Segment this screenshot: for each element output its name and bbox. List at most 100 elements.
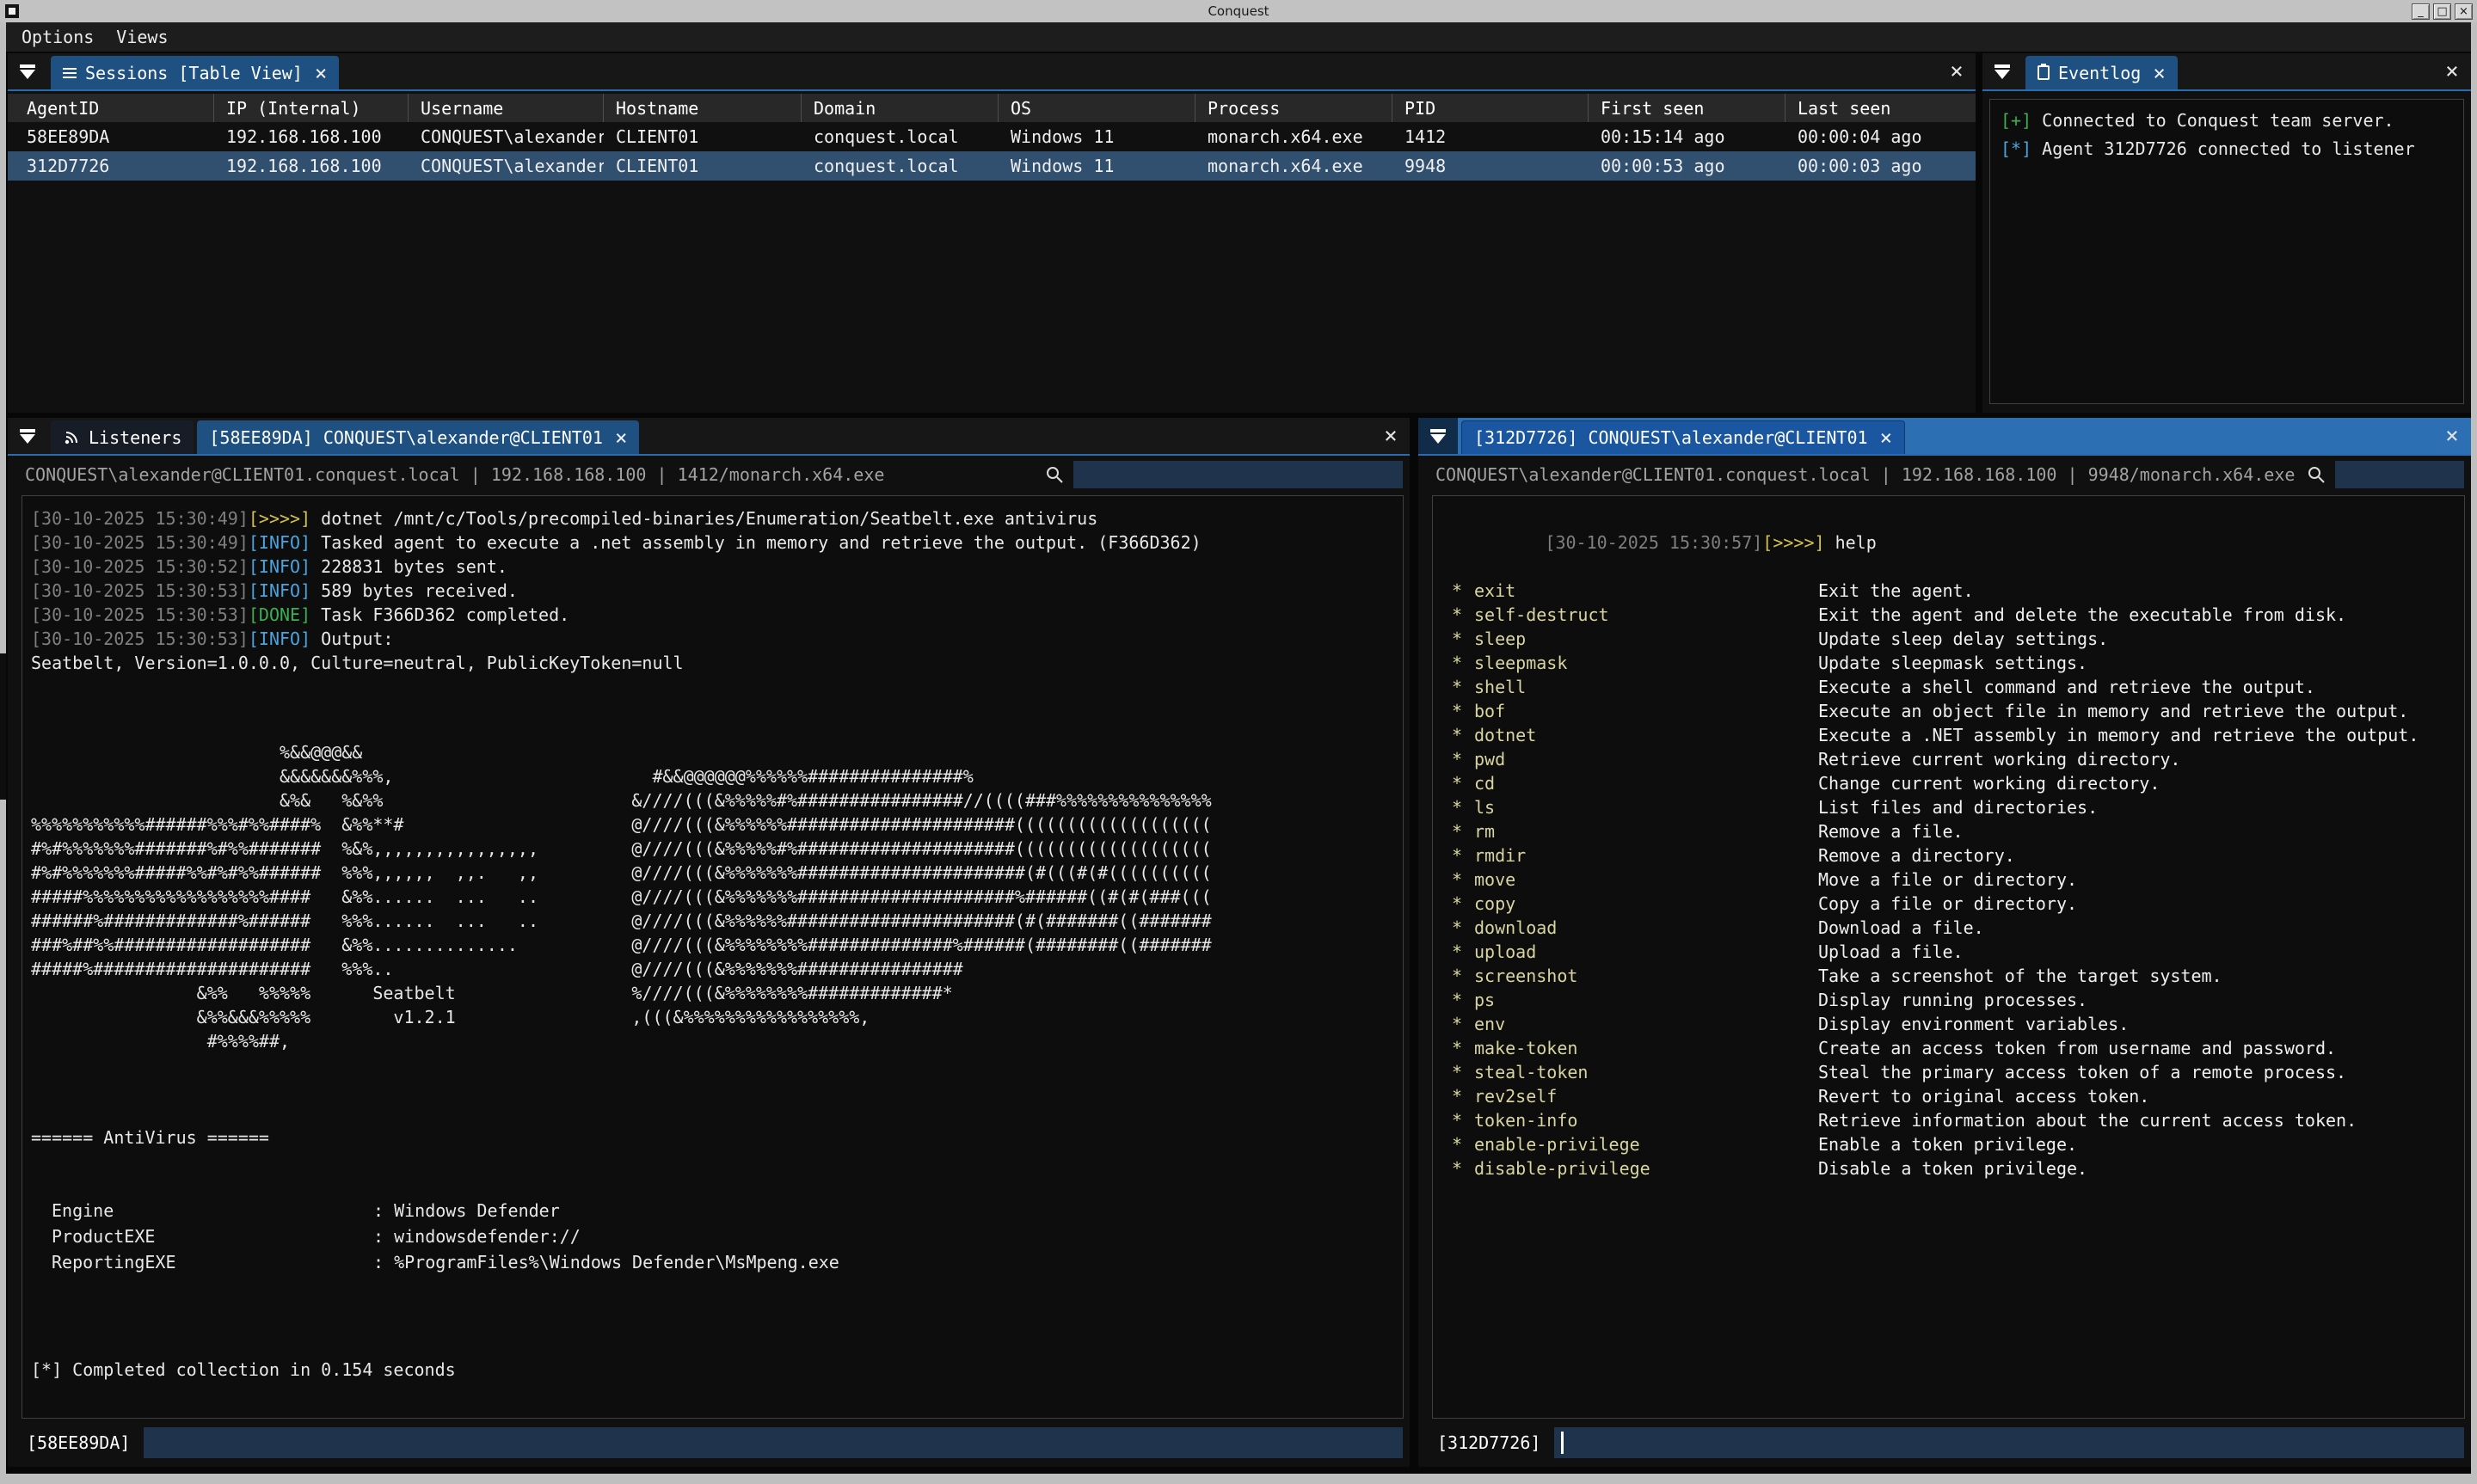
tab-label: [312D7726] CONQUEST\alexander@CLIENT01 <box>1474 427 1868 448</box>
close-tab-icon[interactable]: × <box>315 63 327 83</box>
help-command-row: *rmdirRemove a directory. <box>1441 843 2455 868</box>
help-command-row: *moveMove a file or directory. <box>1441 868 2455 892</box>
bullet-icon: * <box>1452 1060 1474 1084</box>
column-header-hostname[interactable]: Hostname <box>604 94 802 122</box>
tab-eventlog[interactable]: Eventlog × <box>2025 56 2178 89</box>
help-command-row: *cdChange current working directory. <box>1441 771 2455 795</box>
log-text: 589 bytes received. <box>310 580 518 601</box>
chevron-down-icon <box>20 429 35 444</box>
command-name: token-info <box>1474 1108 1818 1132</box>
column-header-last-seen[interactable]: Last seen <box>1786 94 1976 122</box>
column-header-domain[interactable]: Domain <box>802 94 999 122</box>
search-input[interactable] <box>2335 461 2464 488</box>
log-line: [30-10-2025 15:30:52][INFO] 228831 bytes… <box>31 555 1394 579</box>
tab-label: Listeners <box>89 427 181 448</box>
window-menu-icon[interactable] <box>5 4 19 18</box>
command-input[interactable] <box>1554 1427 2464 1458</box>
search-icon[interactable] <box>2306 464 2326 485</box>
log-tag: [>>>>] <box>249 508 310 529</box>
bullet-icon: * <box>1452 579 1474 603</box>
cell: 192.168.168.100 <box>214 126 409 147</box>
right-console-panel-close-icon[interactable]: × <box>2433 423 2471 449</box>
close-tab-icon[interactable]: × <box>2153 63 2165 83</box>
command-name: dotnet <box>1474 723 1818 747</box>
column-header-agentid[interactable]: AgentID <box>8 94 214 122</box>
bullet-icon: * <box>1452 916 1474 940</box>
log-badge: [+] <box>2001 110 2031 131</box>
search-input[interactable] <box>1073 461 1403 488</box>
command-name: upload <box>1474 940 1818 964</box>
bullet-icon: * <box>1452 1108 1474 1132</box>
help-command-row: *make-tokenCreate an access token from u… <box>1441 1036 2455 1060</box>
column-header-os[interactable]: OS <box>999 94 1195 122</box>
list-icon <box>63 68 77 78</box>
log-text: Output: <box>310 629 393 649</box>
av-field-label: ProductEXE <box>52 1223 373 1249</box>
cell: 00:00:03 ago <box>1786 156 1976 176</box>
menu-options[interactable]: Options <box>22 27 94 47</box>
column-header-first-seen[interactable]: First seen <box>1589 94 1786 122</box>
command-name: rmdir <box>1474 843 1818 868</box>
eventlog-panel-close-icon[interactable]: × <box>2433 58 2471 84</box>
left-console-collapse-button[interactable] <box>8 418 47 454</box>
sessions-collapse-button[interactable] <box>8 53 47 89</box>
help-command-row: *screenshotTake a screenshot of the targ… <box>1441 964 2455 988</box>
clipboard-icon <box>2038 65 2050 80</box>
agent-context-label: CONQUEST\alexander@CLIENT01.conquest.loc… <box>1435 464 2295 485</box>
eventlog-line: [+] Connected to Conquest team server. <box>2001 107 2453 135</box>
left-console-panel-close-icon[interactable]: × <box>1372 423 1410 449</box>
command-description: Remove a directory. <box>1818 843 2015 868</box>
minimize-button[interactable]: _ <box>2412 3 2430 20</box>
cell: 1412 <box>1392 126 1589 147</box>
sessions-panel: Sessions [Table View] × × AgentIDIP (Int… <box>8 53 1976 413</box>
column-header-process[interactable]: Process <box>1195 94 1392 122</box>
tab-sessions-table-view[interactable]: Sessions [Table View] × <box>51 56 339 89</box>
bullet-icon: * <box>1452 940 1474 964</box>
close-tab-icon[interactable]: × <box>615 427 627 448</box>
table-row[interactable]: 312D7726192.168.168.100CONQUEST\alexande… <box>8 151 1976 181</box>
log-timestamp: [30-10-2025 15:30:49] <box>31 532 249 553</box>
help-command-row: *envDisplay environment variables. <box>1441 1012 2455 1036</box>
cell: conquest.local <box>802 126 999 147</box>
log-text: dotnet /mnt/c/Tools/precompiled-binaries… <box>310 508 1097 529</box>
maximize-button[interactable]: □ <box>2433 3 2451 20</box>
command-description: Download a file. <box>1818 916 1984 940</box>
column-header-username[interactable]: Username <box>409 94 604 122</box>
command-input[interactable] <box>144 1427 1403 1458</box>
app-window: Conquest _ □ × Options Views Sessions [T… <box>0 0 2477 1484</box>
sessions-panel-close-icon[interactable]: × <box>1938 58 1976 84</box>
column-header-pid[interactable]: PID <box>1392 94 1589 122</box>
command-description: Retrieve information about the current a… <box>1818 1108 2357 1132</box>
command-description: Enable a token privilege. <box>1818 1132 2077 1156</box>
table-row[interactable]: 58EE89DA192.168.168.100CONQUEST\alexande… <box>8 122 1976 151</box>
scrollbar-thumb[interactable] <box>0 653 6 800</box>
cell: 00:15:14 ago <box>1589 126 1786 147</box>
agent-context-label: CONQUEST\alexander@CLIENT01.conquest.loc… <box>25 464 884 485</box>
command-name: download <box>1474 916 1818 940</box>
close-window-button[interactable]: × <box>2455 3 2473 20</box>
log-timestamp: [30-10-2025 15:30:53] <box>31 629 249 649</box>
menu-views[interactable]: Views <box>116 27 168 47</box>
help-command-row: *rev2selfRevert to original access token… <box>1441 1084 2455 1108</box>
bullet-icon: * <box>1452 1156 1474 1180</box>
command-description: Update sleepmask settings. <box>1818 651 2087 675</box>
right-console-output: [30-10-2025 15:30:57][>>>>] help *exitEx… <box>1432 495 2465 1419</box>
command-description: Exit the agent and delete the executable… <box>1818 603 2346 627</box>
eventlog-collapse-button[interactable] <box>1982 53 2022 89</box>
close-tab-icon[interactable]: × <box>1880 427 1892 448</box>
search-icon[interactable] <box>1044 464 1065 485</box>
command-name: rm <box>1474 819 1818 843</box>
window-title: Conquest <box>1208 3 1269 19</box>
tab-session-312D7726[interactable]: [312D7726] CONQUEST\alexander@CLIENT01 × <box>1461 420 1905 454</box>
right-console-collapse-button[interactable] <box>1418 418 1458 454</box>
command-description: Take a screenshot of the target system. <box>1818 964 2222 988</box>
bullet-icon: * <box>1452 819 1474 843</box>
column-header-ip-internal-[interactable]: IP (Internal) <box>214 94 409 122</box>
cell: monarch.x64.exe <box>1195 156 1392 176</box>
tab-session-58EE89DA[interactable]: [58EE89DA] CONQUEST\alexander@CLIENT01 × <box>197 420 639 454</box>
help-command-row: *dotnetExecute a .NET assembly in memory… <box>1441 723 2455 747</box>
output-line: Seatbelt, Version=1.0.0.0, Culture=neutr… <box>31 651 1394 675</box>
help-command-row: *sleepUpdate sleep delay settings. <box>1441 627 2455 651</box>
tab-listeners[interactable]: Listeners <box>51 420 194 454</box>
av-field-label: Engine <box>52 1198 373 1223</box>
